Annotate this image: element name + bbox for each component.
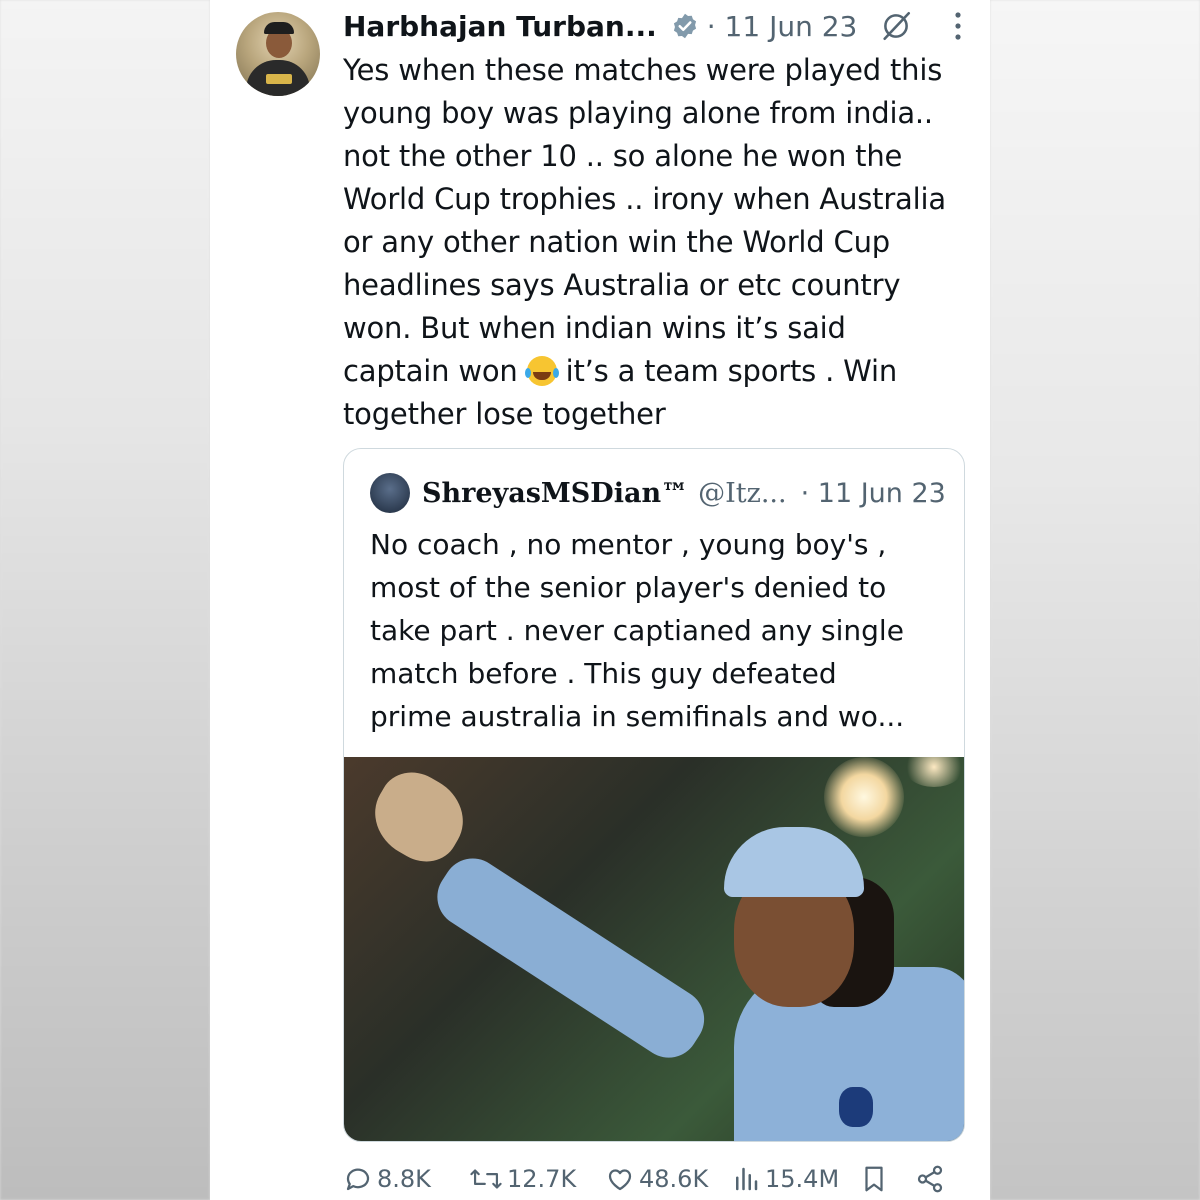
tweet-actions-bar: 8.8K 12.7K 48.6K 15.4M bbox=[343, 1158, 983, 1200]
like-button[interactable]: 48.6K bbox=[605, 1164, 731, 1194]
retweet-icon bbox=[470, 1169, 502, 1189]
author-name[interactable]: Harbhajan Turban... bbox=[343, 10, 657, 43]
views-button[interactable]: 15.4M bbox=[731, 1164, 859, 1194]
share-button[interactable] bbox=[915, 1164, 949, 1194]
reply-button[interactable]: 8.8K bbox=[343, 1164, 469, 1194]
quoted-tweet-date[interactable]: · 11 Jun 23 bbox=[801, 478, 946, 509]
quoted-author-name[interactable]: ShreyasMSDian™ bbox=[422, 478, 688, 509]
tweet-date[interactable]: · 11 Jun 23 bbox=[707, 10, 858, 43]
quoted-author-handle[interactable]: @Itz... bbox=[698, 478, 787, 509]
grok-icon[interactable] bbox=[879, 9, 913, 43]
tweet-card[interactable]: Harbhajan Turban... · 11 Jun 23 Yes when… bbox=[210, 0, 990, 1200]
bookmark-icon bbox=[865, 1166, 883, 1192]
share-icon bbox=[917, 1165, 943, 1193]
like-icon bbox=[608, 1169, 632, 1191]
retweet-count: 12.7K bbox=[507, 1165, 577, 1193]
tweet-header: Harbhajan Turban... · 11 Jun 23 bbox=[343, 6, 983, 46]
author-avatar[interactable] bbox=[236, 12, 320, 96]
more-icon[interactable] bbox=[951, 10, 965, 42]
quoted-author-avatar[interactable] bbox=[370, 473, 410, 513]
joy-emoji-icon bbox=[524, 356, 557, 386]
tweet-text: Yes when these matches were played this … bbox=[343, 49, 973, 436]
views-count: 15.4M bbox=[765, 1165, 840, 1193]
like-count: 48.6K bbox=[639, 1165, 709, 1193]
bookmark-button[interactable] bbox=[859, 1163, 915, 1195]
quoted-tweet-header: ShreyasMSDian™ @Itz... · 11 Jun 23 bbox=[422, 471, 946, 515]
quoted-tweet-photo[interactable] bbox=[344, 757, 964, 1141]
tweet-text-main: Yes when these matches were played this … bbox=[343, 53, 946, 388]
retweet-button[interactable]: 12.7K bbox=[469, 1164, 605, 1194]
blurred-background-right bbox=[990, 0, 1200, 1200]
views-icon bbox=[736, 1167, 758, 1191]
verified-icon bbox=[671, 12, 699, 40]
reply-count: 8.8K bbox=[377, 1165, 431, 1193]
quoted-tweet[interactable]: ShreyasMSDian™ @Itz... · 11 Jun 23 No co… bbox=[343, 448, 965, 1142]
blurred-background-left bbox=[0, 0, 210, 1200]
reply-icon bbox=[346, 1168, 370, 1191]
quoted-tweet-text: No coach , no mentor , young boy's , mos… bbox=[370, 528, 905, 733]
